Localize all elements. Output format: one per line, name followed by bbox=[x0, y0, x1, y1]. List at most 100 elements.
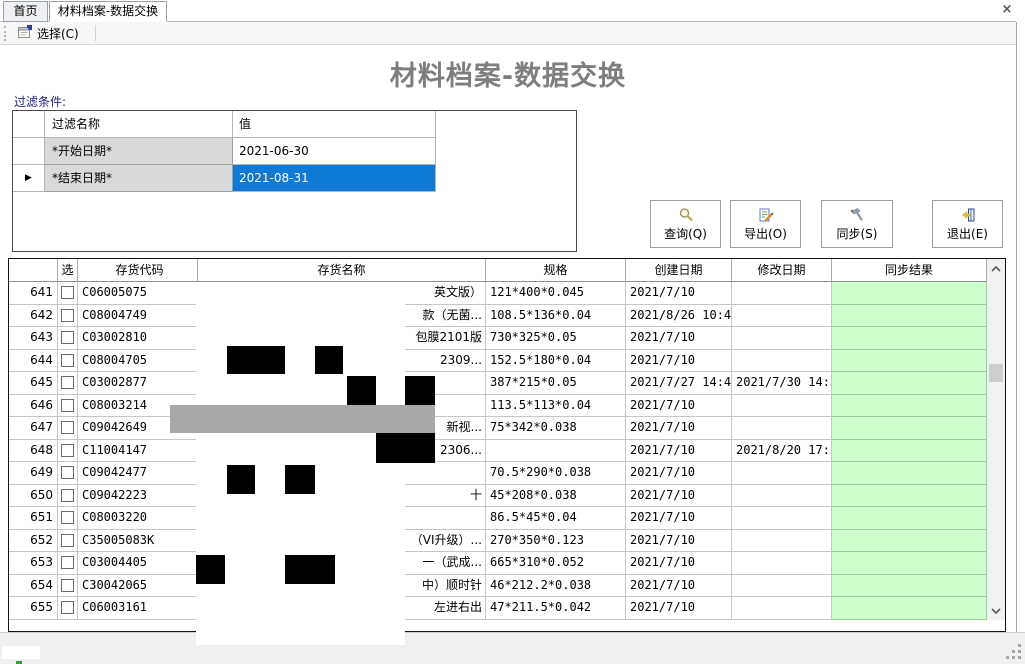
table-row: 651C0800322086.5*45*0.042021/7/10 bbox=[9, 507, 987, 530]
row-selector-cell[interactable]: 645 bbox=[9, 372, 58, 395]
table-row: 648C110041472306...2021/7/102021/8/20 17… bbox=[9, 440, 987, 463]
row-checkbox[interactable] bbox=[61, 444, 74, 457]
checkbox-cell bbox=[58, 552, 78, 575]
redaction-box-black bbox=[285, 465, 315, 494]
row-checkbox[interactable] bbox=[61, 331, 74, 344]
end-date-value-cell[interactable]: 2021-08-31 bbox=[233, 165, 436, 192]
table-row: 654C30042065中）顺时针46*212.2*0.0382021/7/10 bbox=[9, 575, 987, 598]
row-checkbox[interactable] bbox=[61, 309, 74, 322]
tab-home[interactable]: 首页 bbox=[3, 1, 48, 22]
row-selector-cell[interactable]: 643 bbox=[9, 327, 58, 350]
row-selector-cell[interactable]: 651 bbox=[9, 507, 58, 530]
table-row: 646C08003214113.5*113*0.042021/7/10 bbox=[9, 395, 987, 418]
row-selector-cell[interactable]: 647 bbox=[9, 417, 58, 440]
row-selector-cell[interactable]: 649 bbox=[9, 462, 58, 485]
row-checkbox[interactable] bbox=[61, 354, 74, 367]
row-checkbox[interactable] bbox=[61, 376, 74, 389]
modified-date-cell bbox=[732, 597, 832, 620]
checkbox-cell bbox=[58, 395, 78, 418]
row-checkbox[interactable] bbox=[61, 489, 74, 502]
row-selector-cell[interactable]: 650 bbox=[9, 485, 58, 508]
filter-row-start-date: *开始日期* 2021-06-30 bbox=[13, 138, 576, 165]
redaction-box-gray bbox=[170, 405, 435, 433]
modified-date-cell bbox=[732, 575, 832, 598]
redaction-box-black bbox=[227, 346, 285, 374]
spec-cell: 387*215*0.05 bbox=[486, 372, 626, 395]
modified-date-cell bbox=[732, 350, 832, 373]
row-selector-cell[interactable]: 646 bbox=[9, 395, 58, 418]
inventory-code-cell: C08003220 bbox=[78, 507, 198, 530]
row-checkbox[interactable] bbox=[61, 466, 74, 479]
header-created-date[interactable]: 创建日期 bbox=[626, 259, 732, 282]
spec-cell: 113.5*113*0.04 bbox=[486, 395, 626, 418]
header-spec[interactable]: 规格 bbox=[486, 259, 626, 282]
toolbar-grip bbox=[4, 26, 7, 41]
sync-button[interactable]: 同步(S) bbox=[821, 200, 893, 248]
row-selector-cell[interactable]: 653 bbox=[9, 552, 58, 575]
checkbox-cell bbox=[58, 530, 78, 553]
row-checkbox[interactable] bbox=[61, 601, 74, 614]
row-checkbox[interactable] bbox=[61, 399, 74, 412]
header-select[interactable]: 选 bbox=[58, 259, 78, 282]
row-checkbox[interactable] bbox=[61, 511, 74, 524]
select-button[interactable]: 选择(C) bbox=[11, 23, 85, 43]
modified-date-cell bbox=[732, 485, 832, 508]
start-date-value-cell[interactable]: 2021-06-30 bbox=[233, 138, 436, 165]
modified-date-cell bbox=[732, 552, 832, 575]
row-checkbox[interactable] bbox=[61, 286, 74, 299]
row-selector-cell[interactable]: 648 bbox=[9, 440, 58, 463]
vertical-scrollbar[interactable] bbox=[987, 259, 1005, 620]
table-header-row: 选 存货代码 存货名称 规格 创建日期 修改日期 同步结果 bbox=[9, 259, 1005, 282]
redaction-box-white bbox=[196, 282, 405, 645]
table-row: 655C06003161左进右出47*211.5*0.0422021/7/10 bbox=[9, 597, 987, 620]
row-selector-cell[interactable]: 655 bbox=[9, 597, 58, 620]
export-button[interactable]: 导出(O) bbox=[730, 200, 801, 248]
checkbox-cell bbox=[58, 282, 78, 305]
inventory-code-cell: C08004749 bbox=[78, 305, 198, 328]
row-checkbox[interactable] bbox=[61, 579, 74, 592]
row-checkbox[interactable] bbox=[61, 421, 74, 434]
scrollbar-thumb[interactable] bbox=[989, 364, 1003, 382]
status-cell bbox=[2, 646, 40, 659]
inventory-code-cell: C11004147 bbox=[78, 440, 198, 463]
selected-row-indicator: ▶ bbox=[13, 165, 45, 192]
scroll-down-icon[interactable] bbox=[988, 604, 1004, 618]
created-date-cell: 2021/7/10 bbox=[626, 350, 732, 373]
page-title: 材料档案-数据交换 bbox=[0, 54, 1016, 93]
header-sync-result[interactable]: 同步结果 bbox=[832, 259, 987, 282]
spec-cell: 45*208*0.038 bbox=[486, 485, 626, 508]
header-inventory-code[interactable]: 存货代码 bbox=[78, 259, 198, 282]
header-modified-date[interactable]: 修改日期 bbox=[732, 259, 832, 282]
exit-button[interactable]: 退出(E) bbox=[932, 200, 1003, 248]
header-inventory-name[interactable]: 存货名称 bbox=[198, 259, 486, 282]
inventory-code-cell: C06003161 bbox=[78, 597, 198, 620]
inventory-code-cell: C03002810 bbox=[78, 327, 198, 350]
sync-result-cell bbox=[832, 530, 987, 553]
row-checkbox[interactable] bbox=[61, 534, 74, 547]
created-date-cell: 2021/7/10 bbox=[626, 417, 732, 440]
query-button[interactable]: 查询(Q) bbox=[650, 200, 721, 248]
tab-material-data-exchange[interactable]: 材料档案-数据交换 bbox=[49, 1, 167, 22]
sync-result-cell bbox=[832, 350, 987, 373]
select-button-label: 选择(C) bbox=[37, 25, 79, 42]
row-selector-cell[interactable]: 641 bbox=[9, 282, 58, 305]
inventory-code-cell: C35005083K bbox=[78, 530, 198, 553]
created-date-cell: 2021/7/10 bbox=[626, 507, 732, 530]
filter-header-indicator bbox=[13, 111, 45, 138]
resize-grip-icon[interactable] bbox=[1006, 644, 1023, 664]
row-checkbox[interactable] bbox=[61, 556, 74, 569]
row-selector-cell[interactable]: 644 bbox=[9, 350, 58, 373]
row-indicator-cell bbox=[13, 138, 45, 165]
checkbox-cell bbox=[58, 507, 78, 530]
exit-icon bbox=[960, 207, 976, 226]
modified-date-cell bbox=[732, 305, 832, 328]
spec-cell: 108.5*136*0.04 bbox=[486, 305, 626, 328]
row-selector-cell[interactable]: 654 bbox=[9, 575, 58, 598]
row-selector-cell[interactable]: 652 bbox=[9, 530, 58, 553]
row-selector-cell[interactable]: 642 bbox=[9, 305, 58, 328]
redaction-box-black bbox=[315, 346, 343, 374]
scroll-up-icon[interactable] bbox=[988, 262, 1004, 276]
close-icon[interactable]: × bbox=[999, 2, 1015, 18]
filter-section-label: 过滤条件: bbox=[14, 93, 66, 110]
redaction-box-black bbox=[196, 555, 225, 584]
